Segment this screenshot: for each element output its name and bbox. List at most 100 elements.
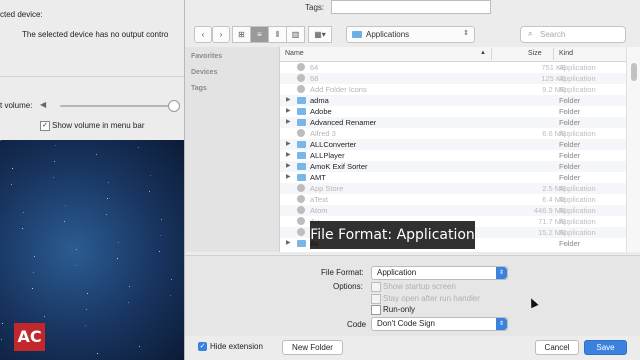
back-button[interactable]: ‹ [194,26,212,43]
file-row[interactable]: App Store 2.5 MB Application [280,183,627,194]
file-row[interactable]: Atom 446.9 MB Application [280,205,627,216]
file-size: 6.6 MB [542,129,566,138]
search-input[interactable]: ⌕ Search [520,26,626,43]
star [34,256,35,257]
column-size[interactable]: Size [528,50,542,57]
run-only-checkbox[interactable] [371,305,381,315]
file-kind: Folder [559,96,581,105]
file-format-label: File Format: [321,268,364,277]
file-kind: Folder [559,107,581,116]
star [118,242,119,243]
column-kind[interactable]: Kind [559,50,573,57]
column-name[interactable]: Name [285,50,304,57]
hide-extension-checkbox[interactable]: ✓ [198,342,207,351]
file-row[interactable]: ▶ Advanced Renamer -- Folder [280,117,627,128]
volume-slider[interactable] [60,105,174,107]
search-icon: ⌕ [528,29,533,38]
cancel-button[interactable]: Cancel [535,340,579,355]
scrollbar[interactable] [626,47,640,252]
star [11,184,12,185]
folder-icon [297,108,306,115]
new-folder-button[interactable]: New Folder [282,340,343,355]
folder-icon [297,174,306,181]
volume-slider-knob[interactable] [168,100,180,112]
file-name: AMT [310,173,326,182]
star [149,191,150,192]
star [55,145,56,146]
file-row[interactable]: 64 751 KB Application [280,62,627,73]
star [12,168,13,169]
file-row[interactable]: ▶ Adobe -- Folder [280,106,627,117]
file-kind: Application [559,195,596,204]
app-icon [297,195,305,203]
file-row[interactable]: aText 6.4 MB Application [280,194,627,205]
file-name: Add Folder Icons [310,85,367,94]
no-output-message: The selected device has no output contro [22,30,169,39]
sidebar-item-tags[interactable]: Tags [191,85,207,92]
disclosure-triangle-icon[interactable]: ▶ [286,140,291,147]
file-size: -- [561,96,566,105]
disclosure-triangle-icon[interactable]: ▶ [286,239,291,246]
file-row[interactable]: ▶ ALLConverter -- Folder [280,139,627,150]
file-row[interactable]: Add Folder Icons 9.2 MB Application [280,84,627,95]
location-popup[interactable]: Applications ⇕ [346,26,475,43]
app-icon [297,85,305,93]
star [86,309,87,310]
run-only-label: Run-only [383,305,416,314]
sort-up-icon: ▲ [480,50,486,56]
forward-button[interactable]: › [212,26,230,43]
list-view-icon[interactable]: ≡ [250,26,269,43]
file-kind: Application [559,184,596,193]
app-icon [297,217,305,225]
file-row[interactable]: ▶ AMT -- Folder [280,172,627,183]
file-kind: Application [559,85,596,94]
file-kind: Application [559,206,596,215]
chevron-updown-icon: ⇕ [463,30,469,37]
file-row[interactable]: ▶ AmoK Exif Sorter -- Folder [280,161,627,172]
star [160,235,161,236]
star [64,221,65,222]
star [22,228,23,229]
folder-icon [297,119,306,126]
file-name: Adobe [310,107,332,116]
app-icon [297,228,305,236]
scrollbar-thumb[interactable] [631,63,637,81]
star [129,286,130,287]
save-button[interactable]: Save [584,340,627,355]
sidebar-item-devices[interactable]: Devices [191,69,217,76]
disclosure-triangle-icon[interactable]: ▶ [286,151,291,158]
tags-field[interactable] [331,0,491,14]
file-name: 64 [310,63,319,72]
options-label: Options: [333,282,363,291]
file-name: 68 [310,74,319,83]
file-row[interactable]: ▶ ALLPlayer -- Folder [280,150,627,161]
star [23,212,24,213]
stay-open-checkbox[interactable] [371,294,381,304]
divider [0,76,184,77]
column-view-icon[interactable]: ⫴ [268,26,287,43]
icon-view-icon[interactable]: ⊞ [232,26,251,43]
video-caption: File Format: Application [310,221,475,249]
sidebar-item-favorites[interactable]: Favorites [191,53,222,60]
file-format-select[interactable]: Application ⇕ [371,266,508,280]
coverflow-view-icon[interactable]: ▥ [286,26,305,43]
file-size: -- [561,162,566,171]
disclosure-triangle-icon[interactable]: ▶ [286,107,291,114]
file-kind: Folder [559,118,581,127]
file-row[interactable]: ▶ adma -- Folder [280,95,627,106]
disclosure-triangle-icon[interactable]: ▶ [286,173,291,180]
disclosure-triangle-icon[interactable]: ▶ [286,118,291,125]
show-volume-checkbox[interactable]: ✓ [40,121,50,131]
file-size: 751 KB [541,63,566,72]
star [96,154,97,155]
show-startup-checkbox[interactable] [371,282,381,292]
file-kind: Folder [559,239,581,248]
arrange-menu-icon[interactable]: ▦▾ [308,26,332,43]
disclosure-triangle-icon[interactable]: ▶ [286,96,291,103]
file-row[interactable]: 68 125 KB Application [280,73,627,84]
file-row[interactable]: Alfred 3 6.6 MB Application [280,128,627,139]
file-size: 9.2 MB [542,85,566,94]
sidebar: Favorites Devices Tags [185,47,280,252]
code-sign-select[interactable]: Don't Code Sign ⇕ [371,317,508,331]
disclosure-triangle-icon[interactable]: ▶ [286,162,291,169]
